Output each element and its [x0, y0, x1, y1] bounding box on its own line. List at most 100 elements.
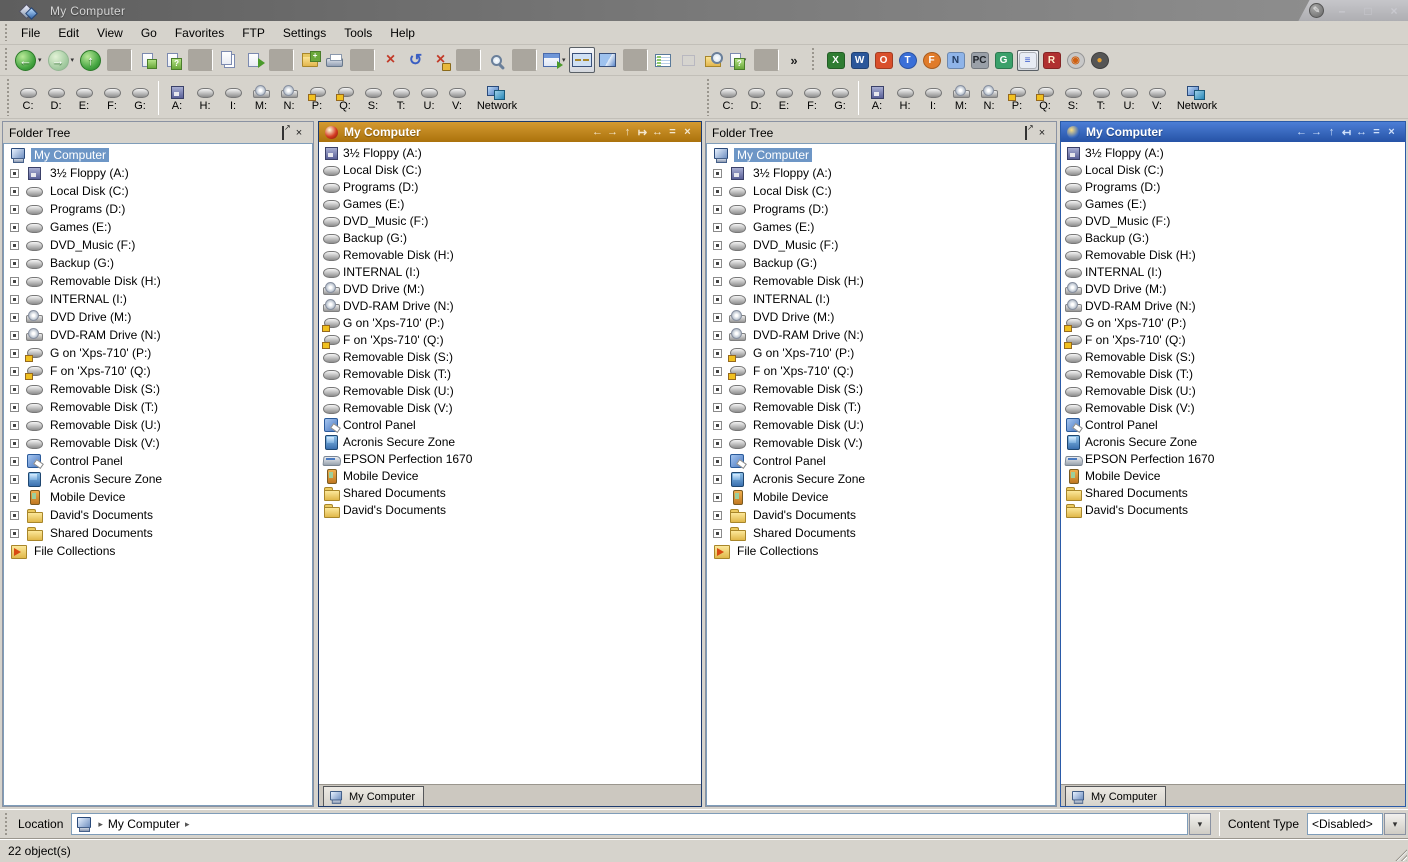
menu-item-edit[interactable]: Edit	[49, 23, 88, 43]
expand-toggle-icon[interactable]	[713, 205, 722, 214]
pane-close-button[interactable]: ×	[1384, 126, 1399, 139]
file-item-epson-perfection-1670[interactable]: EPSON Perfection 1670	[1063, 450, 1405, 467]
file-item-local-disk-c[interactable]: Local Disk (C:)	[1063, 161, 1405, 178]
expand-toggle-icon[interactable]	[10, 475, 19, 484]
file-item-removable-disk-h[interactable]: Removable Disk (H:)	[1063, 246, 1405, 263]
drive-button-t[interactable]: T:	[1087, 83, 1115, 112]
file-item-local-disk-c[interactable]: Local Disk (C:)	[321, 161, 701, 178]
menu-item-settings[interactable]: Settings	[274, 23, 335, 43]
pane-back-button[interactable]: ←	[1294, 126, 1309, 139]
tree-item-removable-disk-t[interactable]: Removable Disk (T:)	[4, 398, 312, 416]
tree-item-file-collections[interactable]: File Collections	[707, 542, 1055, 560]
tree-item-f-on-xps-710-q[interactable]: F on 'Xps-710' (Q:)	[707, 362, 1055, 380]
expand-toggle-icon[interactable]	[713, 421, 722, 430]
drive-button-s[interactable]: S:	[359, 83, 387, 112]
tree-item-3-floppy-a[interactable]: 3½ Floppy (A:)	[4, 164, 312, 182]
expand-toggle-icon[interactable]	[10, 385, 19, 394]
toolbar-grip[interactable]	[4, 48, 9, 72]
expand-toggle-icon[interactable]	[713, 259, 722, 268]
drive-button-p[interactable]: P:	[303, 83, 331, 112]
thunderbird-launcher[interactable]: T	[897, 50, 919, 71]
tree-item-acronis-secure-zone[interactable]: Acronis Secure Zone	[707, 470, 1055, 488]
folder-search-button[interactable]	[701, 47, 726, 73]
file-item-internal-i[interactable]: INTERNAL (I:)	[1063, 263, 1405, 280]
pane-tab[interactable]: My Computer	[1065, 786, 1166, 806]
drive-button-q[interactable]: Q:	[1031, 83, 1059, 112]
word-launcher[interactable]: W	[849, 50, 871, 71]
expand-toggle-icon[interactable]	[10, 313, 19, 322]
expand-toggle-icon[interactable]	[10, 259, 19, 268]
pane-split-button[interactable]: ↔	[1354, 126, 1369, 139]
menu-item-file[interactable]: File	[12, 23, 49, 43]
drive-button-g[interactable]: G:	[826, 83, 854, 112]
network-button[interactable]: Network	[471, 83, 523, 112]
close-button[interactable]: ×	[1386, 4, 1402, 18]
expand-toggle-icon[interactable]	[713, 241, 722, 250]
file-item-control-panel[interactable]: Control Panel	[1063, 416, 1405, 433]
file-item-removable-disk-s[interactable]: Removable Disk (S:)	[1063, 348, 1405, 365]
toolbar-button[interactable]	[269, 49, 294, 71]
properties-button[interactable]	[676, 47, 701, 73]
up-button[interactable]: ↑	[77, 47, 104, 73]
file-item-dvd-ram-drive-n[interactable]: DVD-RAM Drive (N:)	[321, 297, 701, 314]
notes-launcher[interactable]: N	[945, 50, 967, 71]
drive-button-i[interactable]: I:	[219, 83, 247, 112]
file-item-removable-disk-u[interactable]: Removable Disk (U:)	[1063, 382, 1405, 399]
expand-toggle-icon[interactable]	[10, 331, 19, 340]
drive-button-a[interactable]: A:	[863, 83, 891, 112]
tree-item-control-panel[interactable]: Control Panel	[4, 452, 312, 470]
close-panel-icon[interactable]: ×	[1034, 127, 1050, 139]
file-item-removable-disk-h[interactable]: Removable Disk (H:)	[321, 246, 701, 263]
forward-button[interactable]: → ▾	[45, 47, 78, 73]
back-button[interactable]: ← ▾	[12, 47, 45, 73]
content-type-dropdown-button[interactable]: ▾	[1384, 813, 1406, 835]
expand-toggle-icon[interactable]	[713, 295, 722, 304]
expand-toggle-icon[interactable]	[10, 457, 19, 466]
menu-item-favorites[interactable]: Favorites	[166, 23, 233, 43]
tree-item-mobile-device[interactable]: Mobile Device	[707, 488, 1055, 506]
drive-button-c[interactable]: C:	[714, 83, 742, 112]
file-item-shared-documents[interactable]: Shared Documents	[1063, 484, 1405, 501]
drive-button-t[interactable]: T:	[387, 83, 415, 112]
pane-up-button[interactable]: ↑	[1324, 126, 1339, 139]
expand-toggle-icon[interactable]	[713, 223, 722, 232]
tree-item-dvd-music-f[interactable]: DVD_Music (F:)	[707, 236, 1055, 254]
tree-item-games-e[interactable]: Games (E:)	[707, 218, 1055, 236]
toolbar-button[interactable]	[512, 49, 537, 71]
expand-toggle-icon[interactable]	[713, 313, 722, 322]
toolbar-overflow-button[interactable]: »	[782, 47, 807, 73]
expand-toggle-icon[interactable]	[10, 223, 19, 232]
expand-toggle-icon[interactable]	[10, 403, 19, 412]
tree-item-my-computer[interactable]: My Computer	[707, 146, 1055, 164]
file-item-epson-perfection-1670[interactable]: EPSON Perfection 1670	[321, 450, 701, 467]
file-item-removable-disk-t[interactable]: Removable Disk (T:)	[321, 365, 701, 382]
dual-pane-button[interactable]	[569, 47, 595, 73]
toolbar-button[interactable]	[107, 49, 132, 71]
list-view-launcher[interactable]: ≡	[1017, 50, 1039, 71]
pane-up-button[interactable]: ↑	[620, 126, 635, 139]
file-item-dvd-music-f[interactable]: DVD_Music (F:)	[1063, 212, 1405, 229]
tree-item-removable-disk-u[interactable]: Removable Disk (U:)	[4, 416, 312, 434]
tree-item-removable-disk-h[interactable]: Removable Disk (H:)	[4, 272, 312, 290]
expand-toggle-icon[interactable]	[10, 169, 19, 178]
network-button[interactable]: Network	[1171, 83, 1223, 112]
drive-button-n[interactable]: N:	[275, 83, 303, 112]
tree-item-local-disk-c[interactable]: Local Disk (C:)	[4, 182, 312, 200]
launchbar-grip[interactable]	[811, 48, 816, 72]
file-item-3-floppy-a[interactable]: 3½ Floppy (A:)	[1063, 144, 1405, 161]
tree-item-internal-i[interactable]: INTERNAL (I:)	[4, 290, 312, 308]
drive-button-h[interactable]: H:	[191, 83, 219, 112]
undo-button[interactable]: ↺	[403, 47, 428, 73]
tree-item-dvd-ram-drive-n[interactable]: DVD-RAM Drive (N:)	[707, 326, 1055, 344]
expand-toggle-icon[interactable]	[713, 169, 722, 178]
folder-tree-header[interactable]: Folder Tree ×	[706, 122, 1056, 143]
drive-button-d[interactable]: D:	[42, 83, 70, 112]
menubar-grip[interactable]	[4, 24, 9, 41]
tree-item-local-disk-c[interactable]: Local Disk (C:)	[707, 182, 1055, 200]
expand-toggle-icon[interactable]	[713, 529, 722, 538]
expand-toggle-icon[interactable]	[10, 277, 19, 286]
file-item-backup-g[interactable]: Backup (G:)	[1063, 229, 1405, 246]
file-item-acronis-secure-zone[interactable]: Acronis Secure Zone	[1063, 433, 1405, 450]
expand-toggle-icon[interactable]	[713, 493, 722, 502]
drive-button-p[interactable]: P:	[1003, 83, 1031, 112]
